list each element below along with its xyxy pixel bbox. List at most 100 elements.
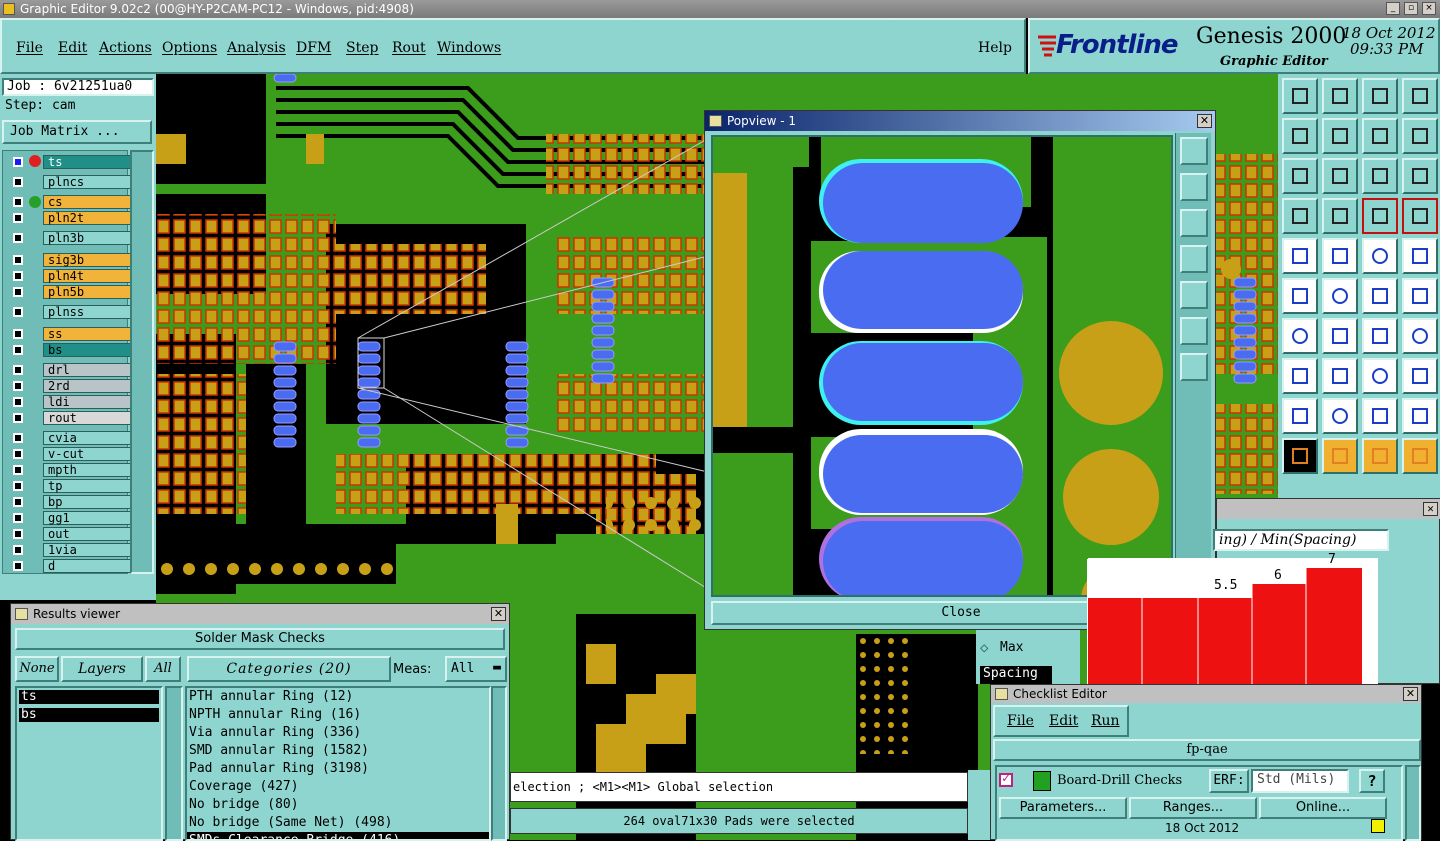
layer-list-scrollbar[interactable] (130, 150, 154, 574)
layer-row-sig3b[interactable]: sig3b (9, 253, 131, 267)
layer-checkbox[interactable] (13, 413, 23, 423)
menu-edit[interactable]: Edit (58, 40, 87, 56)
pan-icon[interactable] (1362, 118, 1398, 154)
layer-checkbox[interactable] (13, 513, 23, 523)
layer-name[interactable]: pln5b (43, 285, 131, 299)
edit-shape-icon[interactable] (1322, 238, 1358, 274)
help-icon[interactable] (1402, 158, 1438, 194)
center-icon[interactable] (1322, 158, 1358, 194)
checklist-close-icon[interactable]: ✕ (1403, 687, 1418, 701)
popview-pan-left-icon[interactable] (1180, 245, 1208, 273)
home-icon[interactable] (1362, 78, 1398, 114)
layer-name[interactable]: drl (43, 363, 131, 377)
popview-pan-up-icon[interactable] (1180, 173, 1208, 201)
erf-button[interactable]: ERF: (1209, 769, 1249, 793)
snap-pad-icon[interactable] (1282, 358, 1318, 394)
layer-row-1via[interactable]: 1via (9, 543, 131, 557)
layer-name[interactable]: bp (43, 495, 131, 509)
layer-name[interactable]: plncs (43, 175, 131, 189)
layer-row-bp[interactable]: bp (9, 495, 131, 509)
layer-row-plncs[interactable]: plncs (9, 175, 131, 189)
menu-file[interactable]: File (16, 40, 43, 56)
menu-rout[interactable]: Rout (392, 40, 426, 56)
result-category-item[interactable]: Coverage (427) (187, 778, 489, 796)
results-layer-scrollbar[interactable] (165, 686, 183, 841)
layer-row-tp[interactable]: tp (9, 479, 131, 493)
layer-name[interactable]: v-cut (43, 447, 131, 461)
split-line-icon[interactable] (1322, 358, 1358, 394)
layer-name[interactable]: ts (43, 155, 131, 169)
close-window-button[interactable]: × (1422, 2, 1436, 15)
popview-pan-down-icon[interactable] (1180, 209, 1208, 237)
layer-name[interactable]: bs (43, 343, 131, 357)
erf-field[interactable]: Std (Mils) (1251, 769, 1349, 793)
menu-help[interactable]: Help (978, 40, 1012, 56)
layer-checkbox[interactable] (13, 307, 23, 317)
result-category-item[interactable]: No bridge (Same Net) (498) (187, 814, 489, 832)
layer-name[interactable]: mpth (43, 463, 131, 477)
connect-icon[interactable] (1282, 278, 1318, 314)
layer-checkbox[interactable] (13, 529, 23, 539)
layer-name[interactable]: ss (43, 327, 131, 341)
zoom-forward-icon[interactable] (1322, 118, 1358, 154)
result-category-item[interactable]: NPTH annular Ring (16) (187, 706, 489, 724)
layer-checkbox[interactable] (13, 157, 23, 167)
maximize-button[interactable]: ▫ (1404, 2, 1418, 15)
layer-row-cs[interactable]: cs (9, 195, 131, 209)
layer-checkbox[interactable] (13, 497, 23, 507)
result-category-item[interactable]: Pad annular Ring (3198) (187, 760, 489, 778)
results-layers-button[interactable]: Layers (61, 656, 143, 682)
layer-checkbox[interactable] (13, 561, 23, 571)
layer-checkbox[interactable] (13, 365, 23, 375)
pointer-select-icon[interactable] (1322, 438, 1358, 474)
layer-name[interactable]: pln2t (43, 211, 131, 225)
result-layer-item[interactable]: bs (19, 708, 159, 722)
arc-a-icon[interactable] (1362, 398, 1398, 434)
layer-name[interactable]: out (43, 527, 131, 541)
layer-name[interactable]: plnss (43, 305, 131, 319)
resize-icon[interactable] (1362, 358, 1398, 394)
window-icon[interactable] (1322, 78, 1358, 114)
measure-icon[interactable] (1282, 198, 1318, 234)
layer-name[interactable]: pln3b (43, 231, 131, 245)
layer-row-drl[interactable]: drl (9, 363, 131, 377)
spacing-field[interactable]: Spacing (980, 666, 1052, 684)
layer-row-gg1[interactable]: gg1 (9, 511, 131, 525)
layer-row-pln5b[interactable]: pln5b (9, 285, 131, 299)
grid-icon[interactable] (1322, 198, 1358, 234)
check-help-button[interactable]: ? (1359, 769, 1385, 793)
layer-checkbox[interactable] (13, 233, 23, 243)
layer-name[interactable]: sig3b (43, 253, 131, 267)
layer-checkbox[interactable] (13, 449, 23, 459)
layer-name[interactable]: 2rd (43, 379, 131, 393)
angle-icon[interactable] (1282, 318, 1318, 354)
ruler-icon[interactable] (1362, 238, 1398, 274)
minimize-button[interactable]: _ (1386, 2, 1400, 15)
layer-row-plnss[interactable]: plnss (9, 305, 131, 319)
parameters-button[interactable]: Parameters... (999, 797, 1127, 819)
layer-row-ts[interactable]: ts (9, 155, 131, 169)
layer-checkbox[interactable] (13, 287, 23, 297)
checklist-menu-run[interactable]: Run (1091, 713, 1120, 729)
results-none-button[interactable]: None (15, 656, 59, 682)
layer-row-pln3b[interactable]: pln3b (9, 231, 131, 245)
layer-checkbox[interactable] (13, 397, 23, 407)
layer-name[interactable]: gg1 (43, 511, 131, 525)
triangle-icon[interactable] (1282, 398, 1318, 434)
layer-name[interactable]: 1via (43, 543, 131, 557)
results-category-scrollbar[interactable] (491, 686, 507, 841)
result-category-item[interactable]: Via annular Ring (336) (187, 724, 489, 742)
check-enabled-checkbox[interactable]: ✓ (999, 771, 1013, 787)
layer-row-out[interactable]: out (9, 527, 131, 541)
layer-row-ldi[interactable]: ldi (9, 395, 131, 409)
split-view-icon[interactable] (1402, 78, 1438, 114)
layer-row-cvia[interactable]: cvia (9, 431, 131, 445)
layer-name[interactable]: d (43, 559, 131, 573)
results-category-list[interactable]: PTH annular Ring (12) NPTH annular Ring (… (185, 686, 491, 841)
layer-checkbox[interactable] (13, 381, 23, 391)
online-button[interactable]: Online... (1259, 797, 1387, 819)
menu-options[interactable]: Options (162, 40, 217, 56)
layer-name[interactable]: pln4t (43, 269, 131, 283)
menu-analysis[interactable]: Analysis (227, 40, 286, 56)
layer-row-v-cut[interactable]: v-cut (9, 447, 131, 461)
